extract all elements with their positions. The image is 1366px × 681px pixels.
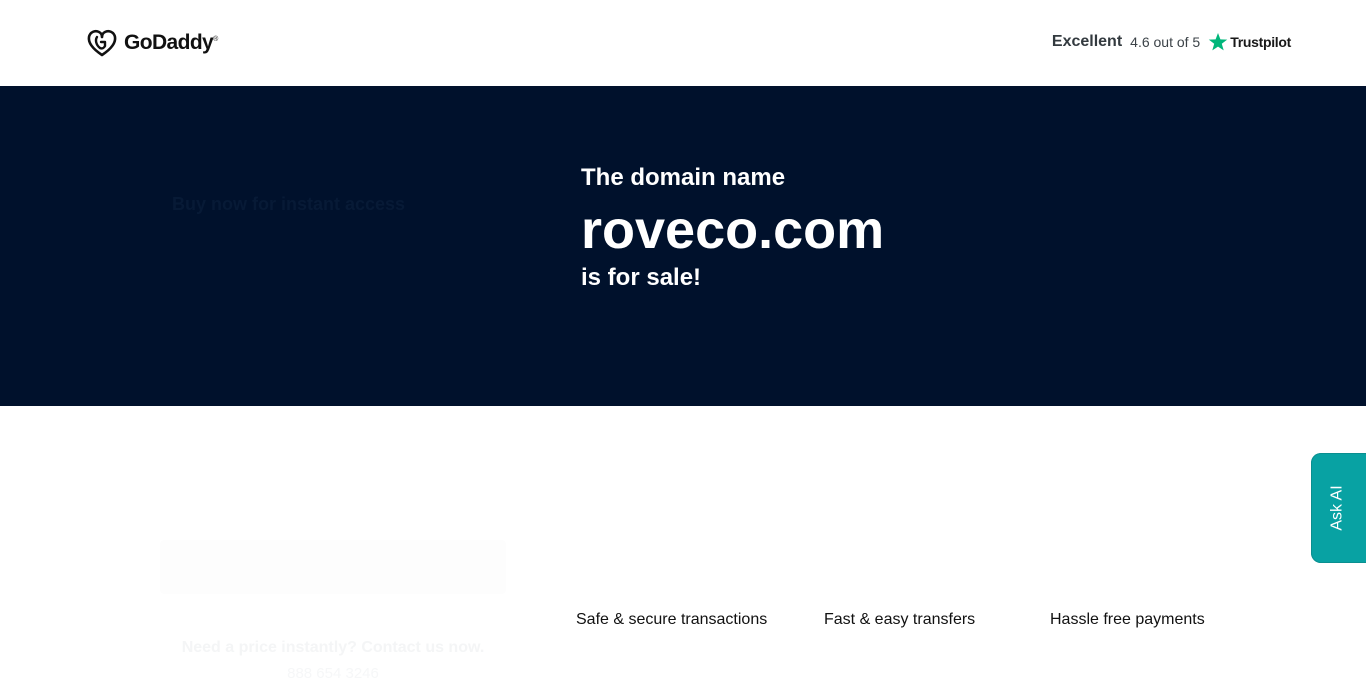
- trustpilot-score: 4.6 out of 5: [1130, 34, 1201, 50]
- hero-intro-text: The domain name: [581, 164, 786, 191]
- feature-secure-transactions: Safe & secure transactions: [576, 611, 768, 628]
- contact-phone: 888 654 3246: [287, 665, 379, 681]
- contact-prompt: Need a price instantly? Contact us now.: [181, 639, 485, 656]
- site-header: GoDaddy® Excellent 4.6 out of 5 Trustpil…: [0, 0, 1366, 86]
- ask-ai-button[interactable]: Ask AI: [1311, 453, 1366, 563]
- trustpilot-brand: Trustpilot: [1230, 34, 1291, 50]
- page: GoDaddy® Excellent 4.6 out of 5 Trustpil…: [0, 0, 1366, 681]
- logo-text: GoDaddy®: [124, 31, 218, 54]
- trustpilot-rating-label: Excellent: [1051, 33, 1123, 50]
- trustpilot-rating-link[interactable]: Excellent 4.6 out of 5 Trustpilot: [1052, 30, 1291, 54]
- hero-headline: The domain name roveco.com is for sale!: [581, 164, 884, 292]
- hero-sale-text: is for sale!: [581, 264, 702, 291]
- offer-form-placeholder: [160, 540, 506, 594]
- feature-easy-transfers: Fast & easy transfers: [824, 611, 976, 628]
- trustpilot-star-icon: [1209, 33, 1228, 51]
- hero-faded-text: Buy now for instant access: [172, 194, 406, 214]
- godaddy-logo-link[interactable]: GoDaddy®: [86, 28, 218, 58]
- godaddy-heart-icon: [87, 29, 117, 57]
- domain-name: roveco.com: [581, 200, 885, 260]
- feature-hassle-free-payments: Hassle free payments: [1050, 611, 1205, 628]
- ask-ai-label: Ask AI: [1328, 485, 1346, 531]
- hero-banner: Buy now for instant access The domain na…: [0, 86, 1366, 406]
- logo-trademark: ®: [213, 36, 218, 43]
